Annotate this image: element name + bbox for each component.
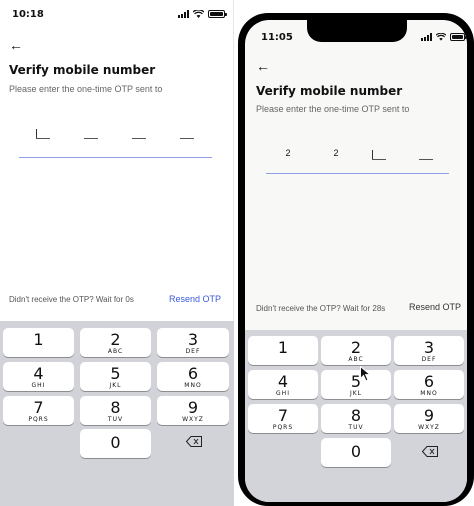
status-time: 10:18 bbox=[12, 9, 44, 20]
battery-icon bbox=[208, 10, 227, 18]
key-1[interactable]: 1 bbox=[248, 336, 318, 365]
right-phone-frame: 11:05 ← Verify mobile number Please ente… bbox=[238, 13, 474, 506]
wifi-icon bbox=[193, 10, 204, 18]
mouse-pointer-icon bbox=[360, 365, 372, 387]
key-4[interactable]: 4 GHI bbox=[3, 362, 74, 391]
back-arrow-icon[interactable]: ← bbox=[256, 59, 270, 73]
key-5[interactable]: 5 JKL bbox=[80, 362, 151, 391]
numeric-keypad: 1 2 ABC 3 DEF 4 GHI 5 JKL 6 MNO 7 PQRS 8 TUV 9W… bbox=[0, 321, 234, 506]
resend-otp-button[interactable]: Resend OTP bbox=[409, 302, 461, 312]
resend-countdown: Didn't receive the OTP? Wait for 0s bbox=[9, 295, 134, 304]
key-9[interactable]: 9 WXYZ bbox=[157, 396, 229, 425]
key-6[interactable]: 6 MNO bbox=[157, 362, 229, 391]
key-6[interactable]: 6 MNO bbox=[394, 370, 464, 399]
key-3[interactable]: 3 DEF bbox=[394, 336, 464, 365]
key-0[interactable]: 0 bbox=[80, 429, 151, 458]
resend-countdown: Didn't receive the OTP? Wait for 28s bbox=[256, 304, 386, 313]
phone-notch bbox=[307, 20, 407, 42]
page-title: Verify mobile number bbox=[9, 63, 156, 77]
status-bar: 10:18 bbox=[0, 0, 233, 26]
key-4[interactable]: 4 GHI bbox=[248, 370, 318, 399]
right-phone-screen: 11:05 ← Verify mobile number Please ente… bbox=[245, 20, 467, 502]
otp-digit-4[interactable] bbox=[180, 125, 196, 139]
status-time: 11:05 bbox=[261, 32, 293, 43]
key-8[interactable]: 8 TUV bbox=[321, 404, 391, 433]
otp-digit-3[interactable] bbox=[132, 125, 148, 139]
resend-otp-button[interactable]: Resend OTP bbox=[169, 294, 221, 304]
backspace-icon[interactable] bbox=[186, 436, 202, 447]
key-9[interactable]: 9 WXYZ bbox=[394, 404, 464, 433]
otp-digit-2[interactable] bbox=[84, 125, 100, 139]
back-arrow-icon[interactable]: ← bbox=[9, 38, 23, 52]
key-7[interactable]: 7 PQRS bbox=[248, 404, 318, 433]
key-7[interactable]: 7 PQRS bbox=[3, 396, 74, 425]
key-1[interactable]: 1 bbox=[3, 328, 74, 357]
backspace-icon[interactable] bbox=[422, 446, 438, 457]
key-8[interactable]: 8 TUV bbox=[80, 396, 151, 425]
status-icons bbox=[421, 33, 467, 41]
signal-icon bbox=[178, 10, 189, 18]
signal-icon bbox=[421, 33, 432, 41]
left-phone-screen: 10:18 ← Verify mobile number Please ente… bbox=[0, 0, 234, 506]
page-subtitle: Please enter the one-time OTP sent to bbox=[256, 104, 410, 114]
otp-underline bbox=[266, 173, 449, 174]
otp-digit-1[interactable]: 2 bbox=[281, 146, 297, 160]
otp-underline bbox=[19, 157, 212, 158]
otp-digit-3[interactable] bbox=[372, 146, 388, 160]
key-3[interactable]: 3 DEF bbox=[157, 328, 229, 357]
key-2[interactable]: 2 ABC bbox=[80, 328, 151, 357]
otp-digit-4[interactable] bbox=[419, 146, 435, 160]
wifi-icon bbox=[436, 33, 446, 41]
key-2[interactable]: 2 ABC bbox=[321, 336, 391, 365]
key-0[interactable]: 0 bbox=[321, 438, 391, 467]
otp-digit-2[interactable]: 2 bbox=[329, 146, 345, 160]
battery-icon bbox=[450, 33, 467, 41]
numeric-keypad: 1 2 ABC 3 DEF 4 GHI 5 JKL 6 MNO 7 PQRS 8 TUV 9W… bbox=[245, 330, 467, 502]
page-subtitle: Please enter the one-time OTP sent to bbox=[9, 84, 163, 94]
key-5[interactable]: 5 JKL bbox=[321, 370, 391, 399]
page-title: Verify mobile number bbox=[256, 84, 403, 98]
otp-digit-1[interactable] bbox=[36, 125, 52, 139]
status-icons bbox=[178, 10, 227, 18]
